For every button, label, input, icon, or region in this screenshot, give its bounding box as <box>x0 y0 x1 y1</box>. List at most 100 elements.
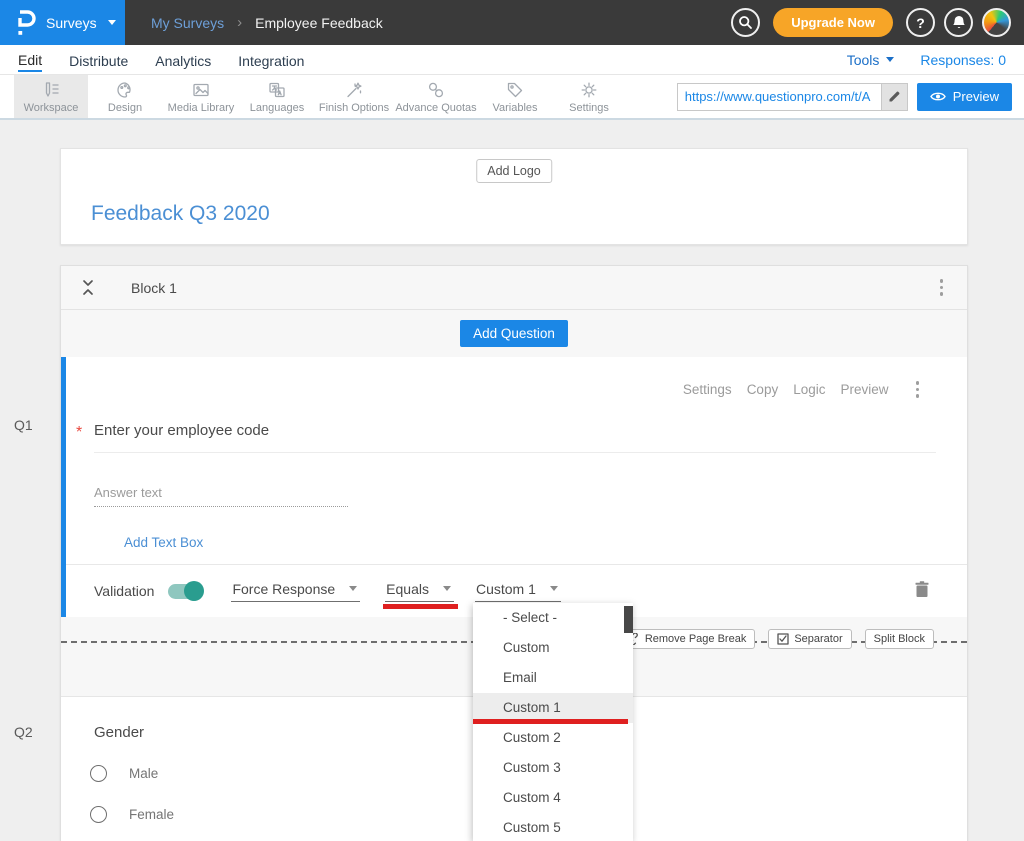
validation-value-dropdown: - Select - Custom Email Custom 1 Custom … <box>473 603 633 841</box>
toolbar-item-finish-options[interactable]: Finish Options <box>314 75 394 118</box>
dropdown-option-custom1[interactable]: Custom 1 <box>473 693 633 723</box>
toolbar-item-design[interactable]: Design <box>88 75 162 118</box>
question-actions: Settings Copy Logic Preview <box>66 357 967 402</box>
question-preview-link[interactable]: Preview <box>840 382 888 397</box>
questionpro-logo-icon <box>15 8 37 38</box>
tab-edit[interactable]: Edit <box>18 48 42 72</box>
trash-icon <box>915 581 929 598</box>
toolbar-item-advance-quotas[interactable]: Advance Quotas <box>394 75 478 118</box>
add-question-button[interactable]: Add Question <box>460 320 568 347</box>
question-menu-kebab[interactable] <box>912 377 924 402</box>
bell-icon <box>952 15 966 30</box>
eye-icon <box>930 91 946 102</box>
subnav-right: Tools Responses: 0 <box>847 52 1006 68</box>
dropdown-option-custom4[interactable]: Custom 4 <box>473 783 633 813</box>
radio-button[interactable] <box>90 765 107 782</box>
page-break-controls: Remove Page Break Separator Split Block <box>619 629 934 649</box>
tab-integration[interactable]: Integration <box>238 49 304 71</box>
responses-count[interactable]: Responses: 0 <box>920 52 1006 68</box>
preview-button[interactable]: Preview <box>917 83 1012 111</box>
product-switcher[interactable]: Surveys <box>0 0 125 45</box>
user-avatar[interactable] <box>982 8 1011 37</box>
search-button[interactable] <box>731 8 760 37</box>
breadcrumb-my-surveys[interactable]: My Surveys <box>151 15 224 31</box>
survey-url-field <box>677 83 908 111</box>
collapse-block-button[interactable] <box>81 279 95 296</box>
dropdown-option-custom3[interactable]: Custom 3 <box>473 753 633 783</box>
question-number-q2: Q2 <box>14 724 33 740</box>
chain-links-icon <box>426 80 446 100</box>
chevron-down-icon <box>108 20 116 25</box>
chevron-down-icon <box>349 586 357 591</box>
survey-title[interactable]: Feedback Q3 2020 <box>91 202 270 226</box>
delete-question-button[interactable] <box>915 581 929 601</box>
dropdown-option-select[interactable]: - Select - <box>473 603 633 633</box>
magic-wand-icon <box>344 80 364 100</box>
question-logic-link[interactable]: Logic <box>793 382 825 397</box>
toolbar-item-workspace[interactable]: Workspace <box>14 75 88 118</box>
toolbar-item-languages[interactable]: Languages <box>240 75 314 118</box>
workspace-icon <box>41 80 61 100</box>
edit-url-button[interactable] <box>881 83 908 111</box>
dropdown-option-custom5[interactable]: Custom 5 <box>473 813 633 841</box>
add-question-row: Add Question <box>61 310 967 357</box>
question-text-field[interactable]: * Enter your employee code <box>94 422 936 453</box>
question-text[interactable]: Enter your employee code <box>94 422 269 439</box>
validation-label: Validation <box>94 583 154 599</box>
survey-nav: Edit Distribute Analytics Integration To… <box>0 45 1024 75</box>
collapse-icon <box>81 279 95 296</box>
red-annotation-underline <box>383 604 458 609</box>
add-text-box-link[interactable]: Add Text Box <box>124 535 203 550</box>
help-icon: ? <box>916 15 925 31</box>
dropdown-option-custom[interactable]: Custom <box>473 633 633 663</box>
checked-checkbox-icon <box>777 633 789 645</box>
block-title[interactable]: Block 1 <box>131 280 177 296</box>
block-menu-kebab[interactable] <box>936 275 948 300</box>
remove-page-break-button[interactable]: Remove Page Break <box>619 629 756 649</box>
radio-button[interactable] <box>90 806 107 823</box>
separator-button[interactable]: Separator <box>768 629 851 649</box>
question-settings-link[interactable]: Settings <box>683 382 732 397</box>
dropdown-option-custom2[interactable]: Custom 2 <box>473 723 633 753</box>
survey-url-input[interactable] <box>677 83 881 111</box>
dropdown-option-email[interactable]: Email <box>473 663 633 693</box>
upgrade-now-button[interactable]: Upgrade Now <box>773 8 893 37</box>
toggle-knob <box>184 581 204 601</box>
toolbar-right: Preview <box>677 75 1024 118</box>
answer-text-placeholder[interactable]: Answer text <box>94 485 348 507</box>
gear-icon <box>579 80 599 100</box>
pencil-icon <box>887 90 901 104</box>
questionpro-survey-editor: Surveys My Surveys › Employee Feedback U… <box>0 0 1024 841</box>
top-bar: Surveys My Surveys › Employee Feedback U… <box>0 0 1024 45</box>
survey-header-card: Add Logo Feedback Q3 2020 <box>60 148 968 245</box>
chevron-down-icon <box>886 57 894 62</box>
toolbar-item-settings[interactable]: Settings <box>552 75 626 118</box>
survey-canvas: Q1 Q2 Add Logo Feedback Q3 2020 Block 1 … <box>0 120 1024 841</box>
notifications-button[interactable] <box>944 8 973 37</box>
force-response-select[interactable]: Force Response <box>231 581 360 602</box>
block-header: Block 1 <box>61 266 967 310</box>
tag-icon <box>505 80 525 100</box>
toolbar-item-variables[interactable]: Variables <box>478 75 552 118</box>
translate-icon <box>267 80 287 100</box>
dropdown-scrollbar-thumb[interactable] <box>624 606 633 633</box>
operator-select[interactable]: Equals <box>385 581 454 602</box>
tab-distribute[interactable]: Distribute <box>69 49 128 71</box>
validation-value-select[interactable]: Custom 1 <box>475 581 561 602</box>
add-logo-button[interactable]: Add Logo <box>476 159 552 183</box>
validation-toggle[interactable] <box>168 584 202 599</box>
question-card-q1[interactable]: Settings Copy Logic Preview * Enter your… <box>61 357 967 617</box>
question-copy-link[interactable]: Copy <box>747 382 779 397</box>
breadcrumb: My Surveys › Employee Feedback <box>151 14 383 31</box>
answer-option-label[interactable]: Female <box>129 807 174 822</box>
survey-tabs: Edit Distribute Analytics Integration <box>18 45 304 74</box>
tools-menu[interactable]: Tools <box>847 52 895 68</box>
answer-option-label[interactable]: Male <box>129 766 158 781</box>
tab-analytics[interactable]: Analytics <box>155 49 211 71</box>
split-block-button[interactable]: Split Block <box>865 629 934 649</box>
product-label: Surveys <box>46 15 97 31</box>
toolbar-item-media-library[interactable]: Media Library <box>162 75 240 118</box>
help-button[interactable]: ? <box>906 8 935 37</box>
chevron-down-icon <box>550 586 558 591</box>
topbar-actions: Upgrade Now ? <box>731 8 1024 37</box>
